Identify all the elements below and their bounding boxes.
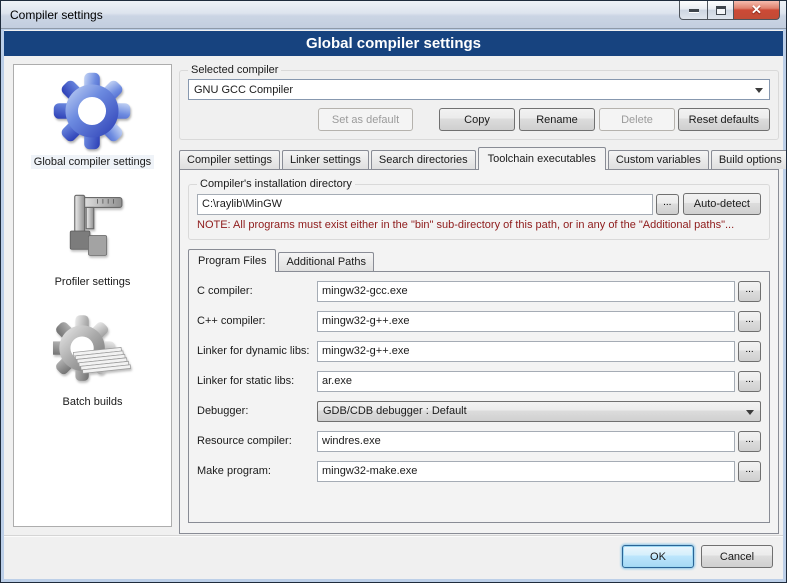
sidebar-item-label: Profiler settings (52, 275, 134, 289)
tab-build-options[interactable]: Build options (711, 150, 787, 169)
field-label: C compiler: (197, 285, 317, 297)
chevron-down-icon (746, 410, 754, 415)
browse-button[interactable]: ... (738, 311, 761, 332)
make-program-row: Make program: ... (197, 456, 761, 486)
window-controls: ✕ (680, 1, 780, 20)
installation-directory-group: Compiler's installation directory ... Au… (188, 178, 770, 240)
field-label: Linker for dynamic libs: (197, 345, 317, 357)
cpp-compiler-input[interactable] (317, 311, 735, 332)
debugger-row: Debugger: GDB/CDB debugger : Default (197, 396, 761, 426)
chevron-down-icon (755, 88, 763, 93)
close-icon: ✕ (751, 2, 762, 18)
copy-button[interactable]: Copy (439, 108, 515, 131)
c-compiler-row: C compiler: ... (197, 276, 761, 306)
minimize-button[interactable] (679, 1, 708, 20)
dialog-client-area: Global compiler settings (4, 30, 783, 579)
ok-button[interactable]: OK (622, 545, 694, 568)
minimize-icon (689, 9, 699, 12)
browse-directory-button[interactable]: ... (656, 194, 679, 215)
cpp-compiler-row: C++ compiler: ... (197, 306, 761, 336)
tab-compiler-settings[interactable]: Compiler settings (179, 150, 280, 169)
settings-tabs: Compiler settings Linker settings Search… (179, 147, 779, 169)
linker-static-input[interactable] (317, 371, 735, 392)
selected-compiler-select[interactable]: GNU GCC Compiler (188, 79, 770, 100)
make-program-input[interactable] (317, 461, 735, 482)
main-settings-area: Selected compiler GNU GCC Compiler Set a… (179, 64, 779, 534)
close-button[interactable]: ✕ (733, 1, 780, 20)
tab-program-files[interactable]: Program Files (188, 249, 276, 272)
tab-toolchain-executables[interactable]: Toolchain executables (478, 147, 606, 170)
sidebar-item-batch-builds[interactable]: Batch builds (53, 311, 133, 409)
title-bar[interactable]: Compiler settings (1, 1, 786, 29)
tab-linker-settings[interactable]: Linker settings (282, 150, 369, 169)
selected-compiler-value: GNU GCC Compiler (194, 84, 293, 96)
linker-dynamic-row: Linker for dynamic libs: ... (197, 336, 761, 366)
settings-category-list: Global compiler settings (13, 64, 172, 527)
resource-compiler-input[interactable] (317, 431, 735, 452)
field-label: Resource compiler: (197, 435, 317, 447)
cancel-button[interactable]: Cancel (701, 545, 773, 568)
browse-button[interactable]: ... (738, 431, 761, 452)
browse-button[interactable]: ... (738, 281, 761, 302)
field-label: Debugger: (197, 405, 317, 417)
dialog-footer: OK Cancel (4, 535, 783, 579)
toolchain-executables-panel: Compiler's installation directory ... Au… (179, 169, 779, 534)
debugger-select[interactable]: GDB/CDB debugger : Default (317, 401, 761, 422)
installation-directory-legend: Compiler's installation directory (197, 178, 355, 190)
field-label: C++ compiler: (197, 315, 317, 327)
page-title: Global compiler settings (306, 35, 481, 52)
maximize-button[interactable] (707, 1, 734, 20)
sidebar-item-profiler-settings[interactable]: Profiler settings (52, 191, 134, 289)
resource-compiler-row: Resource compiler: ... (197, 426, 761, 456)
reset-defaults-button[interactable]: Reset defaults (678, 108, 770, 131)
caliper-icon (55, 191, 131, 271)
gear-stack-icon (53, 311, 133, 391)
compiler-actions: Set as default Copy Rename Delete Reset … (188, 108, 770, 131)
installation-directory-input[interactable] (197, 194, 653, 215)
linker-static-row: Linker for static libs: ... (197, 366, 761, 396)
debugger-value: GDB/CDB debugger : Default (323, 405, 467, 417)
selected-compiler-group: Selected compiler GNU GCC Compiler Set a… (179, 64, 779, 140)
compiler-settings-dialog: Compiler settings ✕ Global compiler sett… (0, 0, 787, 583)
page-header: Global compiler settings (4, 31, 783, 56)
rename-button[interactable]: Rename (519, 108, 595, 131)
sidebar-item-label: Global compiler settings (31, 155, 154, 169)
delete-button[interactable]: Delete (599, 108, 675, 131)
sidebar-item-global-compiler-settings[interactable]: Global compiler settings (31, 71, 154, 169)
browse-button[interactable]: ... (738, 371, 761, 392)
browse-button[interactable]: ... (738, 461, 761, 482)
installation-note: NOTE: All programs must exist either in … (197, 219, 761, 231)
gear-blue-icon (53, 71, 131, 151)
set-as-default-button[interactable]: Set as default (318, 108, 413, 131)
tab-custom-variables[interactable]: Custom variables (608, 150, 709, 169)
tab-search-directories[interactable]: Search directories (371, 150, 476, 169)
field-label: Linker for static libs: (197, 375, 317, 387)
program-tabs: Program Files Additional Paths (188, 249, 770, 271)
sidebar-item-label: Batch builds (60, 395, 126, 409)
dialog-content: Global compiler settings (4, 56, 783, 579)
tab-additional-paths[interactable]: Additional Paths (278, 252, 374, 271)
window-title: Compiler settings (10, 8, 103, 22)
field-label: Make program: (197, 465, 317, 477)
browse-button[interactable]: ... (738, 341, 761, 362)
auto-detect-button[interactable]: Auto-detect (683, 193, 761, 215)
c-compiler-input[interactable] (317, 281, 735, 302)
linker-dynamic-input[interactable] (317, 341, 735, 362)
selected-compiler-legend: Selected compiler (188, 64, 281, 76)
program-files-panel: C compiler: ... C++ compiler: ... Linker… (188, 271, 770, 523)
maximize-icon (716, 6, 726, 15)
